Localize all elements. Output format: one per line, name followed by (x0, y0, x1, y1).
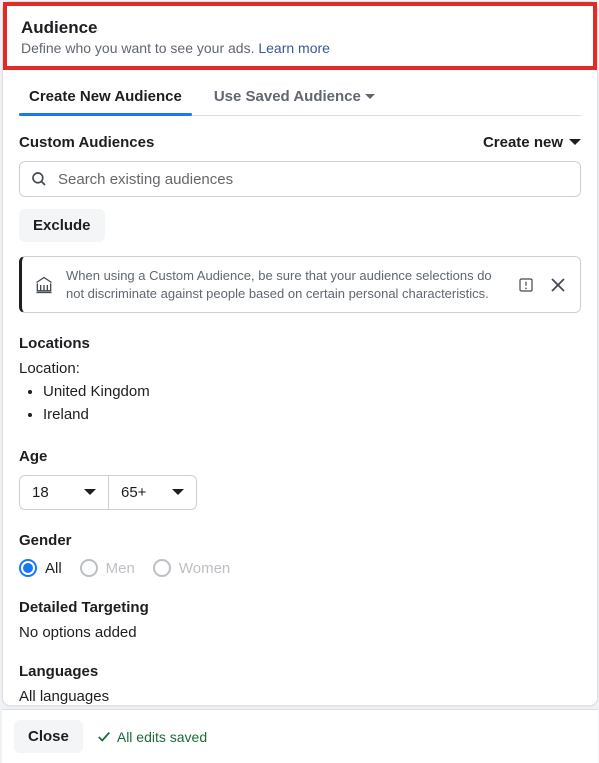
custom-audiences-header: Custom Audiences Create new (19, 134, 581, 151)
gender-label: Gender (19, 532, 581, 549)
age-max-select[interactable]: 65+ (108, 476, 196, 509)
chevron-down-icon (172, 489, 184, 496)
learn-more-link[interactable]: Learn more (258, 40, 330, 56)
audience-header-highlight: Audience Define who you want to see your… (3, 2, 597, 70)
gender-options: All Men Women (19, 559, 581, 577)
age-section: Age 18 65+ (19, 448, 581, 510)
section-desc-audience: Define who you want to see your ads. Lea… (21, 40, 579, 56)
search-icon (30, 170, 48, 188)
targeting-value: No options added (19, 624, 581, 641)
create-new-label: Create new (483, 134, 563, 151)
search-audiences-box[interactable] (19, 161, 581, 197)
gender-option-women[interactable]: Women (153, 559, 230, 577)
info-details-icon[interactable] (516, 275, 536, 295)
search-audiences-input[interactable] (58, 171, 570, 188)
targeting-section: Detailed Targeting No options added (19, 599, 581, 641)
save-status: All edits saved (97, 729, 207, 745)
policy-icon (34, 275, 54, 295)
save-status-text: All edits saved (117, 729, 207, 745)
targeting-label: Detailed Targeting (19, 599, 581, 616)
custom-audience-info: When using a Custom Audience, be sure th… (19, 256, 581, 313)
age-min-select[interactable]: 18 (20, 476, 108, 509)
custom-audience-info-text: When using a Custom Audience, be sure th… (66, 267, 504, 302)
tab-saved-label: Use Saved Audience (214, 88, 361, 105)
gender-all-label: All (45, 560, 62, 577)
chevron-down-icon (365, 94, 375, 100)
audience-content: Custom Audiences Create new Exclude When… (3, 116, 597, 705)
gender-men-label: Men (106, 560, 135, 577)
locations-section: Locations Location: United Kingdom Irela… (19, 335, 581, 426)
languages-value: All languages (19, 688, 581, 705)
age-range-selector: 18 65+ (19, 475, 197, 510)
gender-option-all[interactable]: All (19, 559, 62, 577)
list-item: United Kingdom (43, 381, 581, 404)
audience-card: Audience Define who you want to see your… (2, 1, 598, 706)
radio-icon (153, 559, 171, 577)
exclude-button[interactable]: Exclude (19, 209, 105, 242)
tab-use-saved-audience[interactable]: Use Saved Audience (210, 80, 379, 115)
locations-label: Locations (19, 335, 581, 352)
age-min-value: 18 (32, 484, 49, 501)
create-new-dropdown[interactable]: Create new (483, 134, 581, 151)
languages-label: Languages (19, 663, 581, 680)
audience-tabs: Create New Audience Use Saved Audience (19, 80, 581, 116)
tab-create-new-audience[interactable]: Create New Audience (25, 80, 186, 115)
chevron-down-icon (84, 489, 96, 496)
radio-icon (80, 559, 98, 577)
languages-section: Languages All languages (19, 663, 581, 705)
section-title-audience: Audience (21, 18, 579, 38)
locations-list: United Kingdom Ireland (19, 381, 581, 426)
audience-desc-text: Define who you want to see your ads. (21, 40, 258, 56)
locations-sublabel: Location: (19, 360, 581, 377)
chevron-down-icon (569, 139, 581, 146)
close-icon[interactable] (548, 275, 568, 295)
gender-section: Gender All Men Women (19, 532, 581, 577)
age-label: Age (19, 448, 581, 465)
radio-icon (19, 559, 37, 577)
gender-women-label: Women (179, 560, 230, 577)
gender-option-men[interactable]: Men (80, 559, 135, 577)
custom-audiences-label: Custom Audiences (19, 134, 154, 151)
footer-bar: Close All edits saved (2, 709, 598, 763)
check-icon (97, 730, 111, 744)
close-button[interactable]: Close (14, 720, 83, 753)
age-max-value: 65+ (121, 484, 146, 501)
list-item: Ireland (43, 404, 581, 427)
